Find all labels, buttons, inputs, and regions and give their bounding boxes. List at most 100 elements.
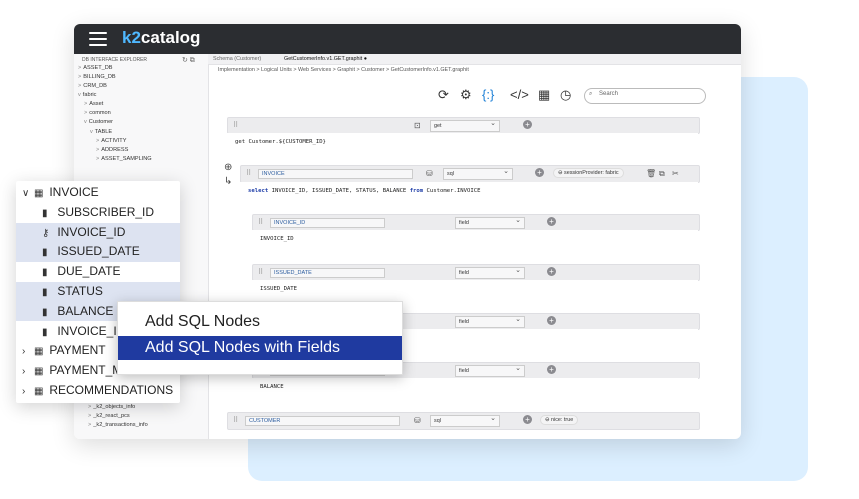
settings-icon[interactable]: ⚙ (460, 87, 472, 103)
chevron-right-icon[interactable]: > (78, 83, 81, 89)
add-node-icon[interactable]: + (523, 415, 532, 424)
field-node-body[interactable]: INVOICE_ID (252, 230, 698, 252)
sidebar-tree-item[interactable]: v Customer (84, 119, 113, 125)
editor-tabs: Schema (Customer) GetCustomerInfo.v1.GET… (208, 54, 741, 65)
chevron-right-icon[interactable]: > (88, 404, 91, 410)
tree-row-label: BALANCE (57, 303, 114, 318)
tree-column-row[interactable]: ⚷ INVOICE_ID (16, 222, 180, 243)
tree-table-row[interactable]: › ▦ RECOMMENDATIONS (16, 381, 180, 401)
chevron-right-icon[interactable]: > (78, 74, 81, 80)
link-icon[interactable]: ↳ (224, 176, 232, 187)
add-node-icon[interactable]: + (523, 120, 532, 129)
database-icon: ⛁ (414, 416, 421, 425)
delete-icon[interactable]: 🗑 (646, 169, 656, 178)
sql-keyword: from (409, 188, 424, 194)
chevron-right-icon[interactable]: > (96, 147, 99, 153)
menu-item-add-sql-nodes[interactable]: Add SQL Nodes (118, 310, 402, 334)
sidebar-tree-item-label: ASSET_SAMPLING (101, 156, 152, 162)
menu-item-add-sql-nodes-with-fields[interactable]: Add SQL Nodes with Fields (118, 336, 402, 360)
search-input[interactable]: ⌕ Search (584, 88, 706, 104)
chevron-right-icon[interactable]: > (88, 413, 91, 419)
sidebar-tree-item[interactable]: > ASSET_DB (78, 65, 113, 71)
sidebar-tree-item[interactable]: > Asset (84, 101, 103, 107)
customer-node-name[interactable]: CUSTOMER (245, 416, 400, 426)
add-node-icon[interactable]: + (547, 217, 556, 226)
sidebar-tree-item[interactable]: > common (84, 110, 111, 116)
chevron-right-icon[interactable]: > (96, 156, 99, 162)
chevron-right-icon[interactable]: > (84, 110, 87, 116)
table-icon: ▦ (34, 386, 44, 397)
customer-type-select[interactable]: sql (430, 414, 500, 427)
add-node-icon[interactable]: + (535, 168, 544, 177)
sql-table: Customer.INVOICE (426, 188, 481, 194)
tab-graphit[interactable]: GetCustomerInfo.v1.GET.graphit ● (284, 56, 367, 62)
drag-handle-icon[interactable]: ⠿ (233, 416, 238, 424)
add-node-icon[interactable]: + (547, 316, 556, 325)
field-node-name[interactable]: ISSUED_DATE (270, 268, 385, 278)
sidebar-tree-item[interactable]: > _k2_react_pcs (88, 413, 130, 419)
invoice-node-body[interactable]: select INVOICE_ID, ISSUED_DATE, STATUS, … (240, 182, 698, 204)
sidebar-tree-item[interactable]: > ACTIVITY (96, 138, 126, 144)
tree-table-row[interactable]: ∨ ▦ INVOICE (16, 183, 180, 203)
sidebar-tree-item-label: fabric (82, 92, 97, 98)
chevron-right-icon[interactable]: > (78, 65, 81, 71)
drag-handle-icon[interactable]: ⠿ (246, 169, 251, 177)
nice-badge[interactable]: ⊖ nice: true (540, 415, 579, 425)
tree-column-row[interactable]: ▮ STATUS (16, 282, 180, 302)
drag-handle-icon[interactable]: ⠿ (258, 268, 263, 276)
chevron-right-icon[interactable]: > (88, 422, 91, 428)
chevron-right-icon[interactable]: › (22, 382, 34, 402)
chevron-right-icon[interactable]: › (22, 362, 34, 382)
sidebar-tree-item[interactable]: > BILLING_DB (78, 74, 116, 80)
field-type-select[interactable]: field (455, 315, 525, 328)
sidebar-tree-item[interactable]: > _k2_objects_info (88, 404, 135, 410)
chevron-down-icon[interactable]: v (84, 119, 87, 125)
sidebar-refresh-icon[interactable]: ↻ ⧉ (182, 56, 195, 65)
search-icon: ⌕ (589, 91, 593, 97)
chevron-right-icon[interactable]: › (22, 342, 34, 362)
database-icon: ⛁ (426, 169, 433, 178)
invoice-node-name[interactable]: INVOICE (258, 169, 413, 179)
chevron-down-icon[interactable]: ∨ (22, 184, 34, 204)
field-node-body[interactable]: BALANCE (252, 378, 698, 400)
sidebar-tree-item[interactable]: v TABLE (90, 129, 112, 135)
session-provider-badge[interactable]: ⊖ sessionProvider: fabric (553, 168, 624, 178)
root-type-select[interactable]: get (430, 119, 500, 132)
tab-schema[interactable]: Schema (Customer) (213, 56, 261, 62)
add-circle-icon[interactable]: ⊕ (224, 162, 232, 173)
field-type-select[interactable]: field (455, 364, 525, 377)
tree-column-row[interactable]: ▮ ISSUED_DATE (16, 242, 180, 262)
sidebar-tree-item[interactable]: > ASSET_SAMPLING (96, 156, 152, 162)
json-icon[interactable]: {:} (482, 87, 494, 102)
menu-item-label: Add SQL Nodes with Fields (145, 339, 341, 356)
chevron-right-icon[interactable]: > (96, 138, 99, 144)
add-node-icon[interactable]: + (547, 267, 556, 276)
field-node-body[interactable]: ISSUED_DATE (252, 280, 698, 302)
sidebar-tree-item[interactable]: v fabric (78, 92, 96, 98)
column-icon: ▮ (42, 287, 48, 298)
drag-handle-icon[interactable]: ⠿ (258, 218, 263, 226)
chevron-right-icon[interactable]: > (84, 101, 87, 107)
field-type-select[interactable]: field (455, 216, 525, 229)
sidebar-tree-item[interactable]: > _k2_transactions_info (88, 422, 148, 428)
field-type-select[interactable]: field (455, 266, 525, 279)
hamburger-menu-icon[interactable] (89, 32, 107, 46)
sidebar-tree-item[interactable]: > CRM_DB (78, 83, 107, 89)
drag-handle-icon[interactable]: ⠿ (233, 121, 238, 129)
chevron-down-icon[interactable]: v (78, 92, 81, 98)
sidebar-tree-item[interactable]: > ADDRESS (96, 147, 128, 153)
invoice-type-select[interactable]: sql (443, 167, 513, 180)
tree-column-row[interactable]: ▮ SUBSCRIBER_ID (16, 203, 180, 223)
field-node-name[interactable]: INVOICE_ID (270, 218, 385, 228)
add-node-icon[interactable]: + (547, 365, 556, 374)
cut-icon[interactable]: ✂ (672, 169, 679, 178)
ws-icon: ⊡ (414, 121, 421, 130)
history-icon[interactable]: ◷ (560, 87, 571, 103)
chevron-down-icon[interactable]: v (90, 129, 93, 135)
table-icon[interactable]: ▦ (538, 87, 550, 103)
code-icon[interactable]: </> (510, 87, 529, 102)
refresh-icon[interactable]: ⟳ (438, 87, 449, 103)
root-node-body[interactable]: get Customer.${CUSTOMER_ID} (227, 133, 698, 153)
copy-icon[interactable]: ⧉ (659, 169, 665, 179)
tree-column-row[interactable]: ▮ DUE_DATE (16, 262, 180, 282)
